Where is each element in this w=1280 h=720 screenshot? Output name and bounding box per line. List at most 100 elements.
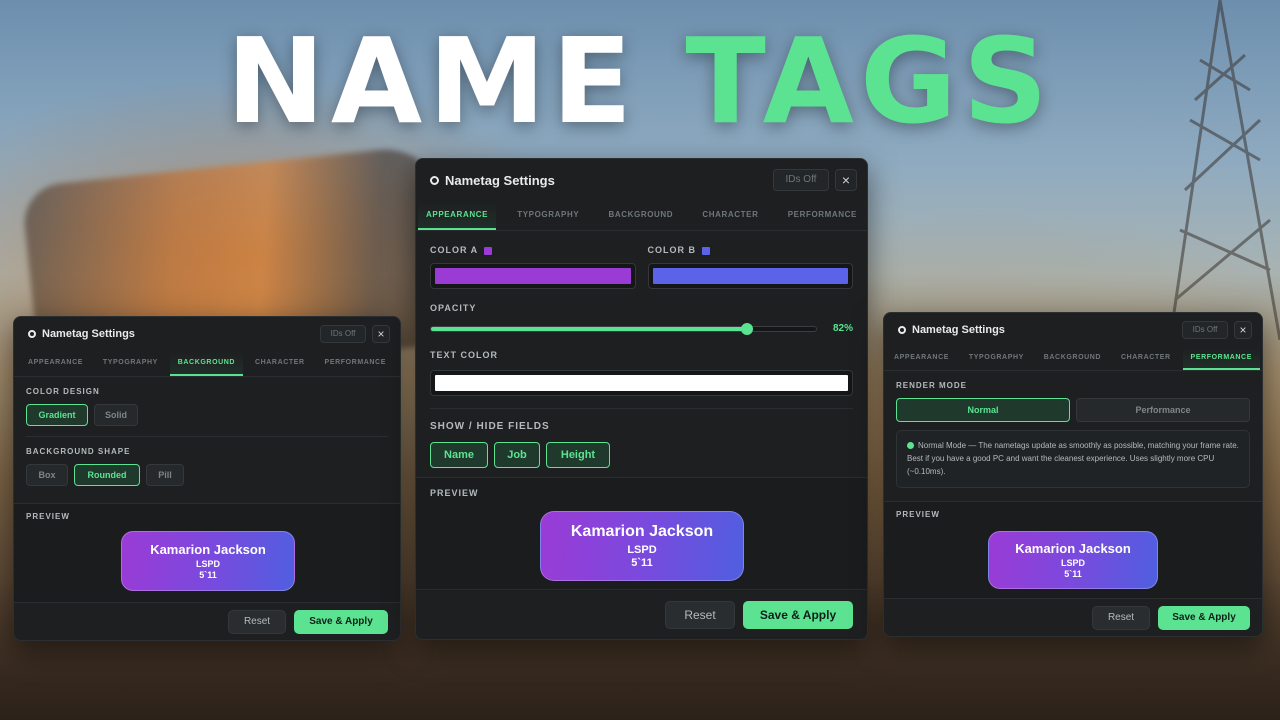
tab-background[interactable]: BACKGROUND bbox=[601, 201, 682, 230]
text-color-input[interactable] bbox=[430, 370, 853, 396]
job-field-toggle[interactable]: Job bbox=[494, 442, 540, 468]
tab-character[interactable]: CHARACTER bbox=[1113, 347, 1179, 370]
normal-mode-button[interactable]: Normal bbox=[896, 398, 1070, 422]
reset-button[interactable]: Reset bbox=[228, 609, 286, 634]
color-b-fill bbox=[652, 268, 848, 284]
color-a-label: COLOR A bbox=[430, 245, 636, 255]
panel-title-text: Nametag Settings bbox=[445, 172, 555, 188]
render-mode-label: RENDER MODE bbox=[896, 381, 968, 390]
tab-performance[interactable]: PERFORMANCE bbox=[1182, 347, 1260, 370]
height-field-toggle[interactable]: Height bbox=[546, 442, 610, 468]
panel-header: Nametag Settings IDs Off × bbox=[884, 313, 1262, 347]
tab-character[interactable]: CHARACTER bbox=[247, 351, 313, 376]
header-actions: IDs Off × bbox=[773, 169, 857, 191]
status-dot bbox=[907, 442, 914, 450]
preview-area: PREVIEW Kamarion Jackson LSPD 5`11 bbox=[14, 503, 400, 603]
tab-typography[interactable]: TYPOGRAPHY bbox=[95, 351, 166, 376]
nametag-preview: Kamarion Jackson LSPD 5`11 bbox=[988, 531, 1158, 589]
ring-icon bbox=[898, 326, 906, 334]
opacity-label: OPACITY bbox=[430, 303, 477, 313]
rounded-option-button[interactable]: Rounded bbox=[74, 464, 140, 486]
tab-appearance[interactable]: APPEARANCE bbox=[418, 201, 497, 230]
save-apply-button[interactable]: Save & Apply bbox=[294, 609, 388, 634]
preview-label: PREVIEW bbox=[896, 510, 940, 519]
tab-bar: APPEARANCE TYPOGRAPHY BACKGROUND CHARACT… bbox=[884, 347, 1262, 371]
color-design-options: Gradient Solid bbox=[26, 404, 388, 426]
color-b-label-text: COLOR B bbox=[647, 245, 696, 255]
color-design-label: COLOR DESIGN bbox=[26, 387, 100, 396]
tab-bar: APPEARANCE TYPOGRAPHY BACKGROUND CHARACT… bbox=[416, 201, 867, 231]
close-icon[interactable]: × bbox=[1234, 321, 1252, 339]
opacity-slider-thumb[interactable] bbox=[740, 322, 753, 335]
box-option-button[interactable]: Box bbox=[26, 464, 68, 486]
tab-appearance[interactable]: APPEARANCE bbox=[20, 351, 91, 376]
tab-performance[interactable]: PERFORMANCE bbox=[317, 351, 394, 376]
opacity-slider[interactable] bbox=[430, 322, 817, 335]
headline-word-1: NAME bbox=[226, 12, 639, 150]
save-apply-button[interactable]: Save & Apply bbox=[1158, 605, 1250, 630]
gradient-option-button[interactable]: Gradient bbox=[26, 404, 88, 426]
color-a-label-text: COLOR A bbox=[430, 245, 479, 255]
right-settings-panel: Nametag Settings IDs Off × APPEARANCE TY… bbox=[883, 312, 1263, 637]
pill-option-button[interactable]: Pill bbox=[146, 464, 184, 486]
opacity-value: 82% bbox=[832, 323, 853, 334]
tag-name: Kamarion Jackson bbox=[150, 542, 266, 557]
background-shape-label: BACKGROUND SHAPE bbox=[26, 447, 131, 456]
tab-performance[interactable]: PERFORMANCE bbox=[780, 201, 865, 230]
tab-background[interactable]: BACKGROUND bbox=[1036, 347, 1109, 370]
panel-title: Nametag Settings bbox=[430, 173, 555, 188]
color-b-label: COLOR B bbox=[648, 245, 854, 255]
preview-area: PREVIEW Kamarion Jackson LSPD 5`11 bbox=[884, 501, 1262, 599]
tag-job: LSPD bbox=[195, 559, 220, 569]
color-b-group: COLOR B bbox=[647, 245, 854, 289]
solid-option-button[interactable]: Solid bbox=[94, 404, 138, 426]
reset-button[interactable]: Reset bbox=[665, 600, 735, 629]
color-b-swatch bbox=[702, 246, 710, 255]
ids-toggle-button[interactable]: IDs Off bbox=[773, 169, 829, 191]
ring-icon bbox=[430, 175, 439, 185]
tag-name: Kamarion Jackson bbox=[570, 523, 714, 540]
panel-title-text: Nametag Settings bbox=[42, 328, 135, 340]
tab-character[interactable]: CHARACTER bbox=[694, 201, 766, 230]
tag-height: 5`11 bbox=[1064, 569, 1082, 579]
ids-toggle-button[interactable]: IDs Off bbox=[1182, 321, 1228, 339]
background-shape-options: Box Rounded Pill bbox=[26, 464, 388, 486]
tag-job: LSPD bbox=[627, 544, 657, 556]
preview-label: PREVIEW bbox=[430, 488, 479, 498]
ring-icon bbox=[28, 330, 36, 338]
color-b-input[interactable] bbox=[647, 263, 853, 289]
panel-title: Nametag Settings bbox=[898, 324, 1005, 336]
color-a-swatch bbox=[484, 246, 493, 255]
panel-header: Nametag Settings IDs Off × bbox=[416, 159, 867, 201]
ids-toggle-button[interactable]: IDs Off bbox=[320, 325, 366, 343]
headline: NAME TAGS bbox=[0, 22, 1280, 140]
header-actions: IDs Off × bbox=[1182, 321, 1252, 339]
render-mode-info: Normal Mode — The nametags update as smo… bbox=[896, 430, 1250, 488]
tag-job: LSPD bbox=[1060, 558, 1085, 568]
fields-label: SHOW / HIDE FIELDS bbox=[430, 421, 550, 432]
color-a-input[interactable] bbox=[430, 263, 636, 289]
tag-height: 5`11 bbox=[631, 557, 653, 569]
info-text: Normal Mode — The nametags update as smo… bbox=[907, 441, 1239, 476]
panel-title-text: Nametag Settings bbox=[912, 324, 1005, 336]
divider bbox=[430, 408, 853, 409]
preview-area: PREVIEW Kamarion Jackson LSPD 5`11 bbox=[416, 477, 867, 591]
fields-toggles: Name Job Height bbox=[430, 442, 853, 468]
reset-button[interactable]: Reset bbox=[1092, 605, 1150, 630]
close-icon[interactable]: × bbox=[835, 169, 857, 191]
text-color-label: TEXT COLOR bbox=[430, 350, 498, 360]
nametag-preview: Kamarion Jackson LSPD 5`11 bbox=[121, 531, 295, 591]
tab-appearance[interactable]: APPEARANCE bbox=[886, 347, 957, 370]
panel-footer: Reset Save & Apply bbox=[14, 602, 400, 640]
headline-word-2: TAGS bbox=[685, 12, 1054, 150]
tab-typography[interactable]: TYPOGRAPHY bbox=[961, 347, 1032, 370]
name-field-toggle[interactable]: Name bbox=[430, 442, 488, 468]
save-apply-button[interactable]: Save & Apply bbox=[743, 600, 853, 629]
tab-background[interactable]: BACKGROUND bbox=[169, 351, 244, 376]
tab-typography[interactable]: TYPOGRAPHY bbox=[509, 201, 587, 230]
color-a-group: COLOR A bbox=[430, 245, 636, 289]
divider bbox=[26, 436, 388, 437]
close-icon[interactable]: × bbox=[372, 325, 390, 343]
performance-mode-button[interactable]: Performance bbox=[1076, 398, 1250, 422]
panel-header: Nametag Settings IDs Off × bbox=[14, 317, 400, 351]
